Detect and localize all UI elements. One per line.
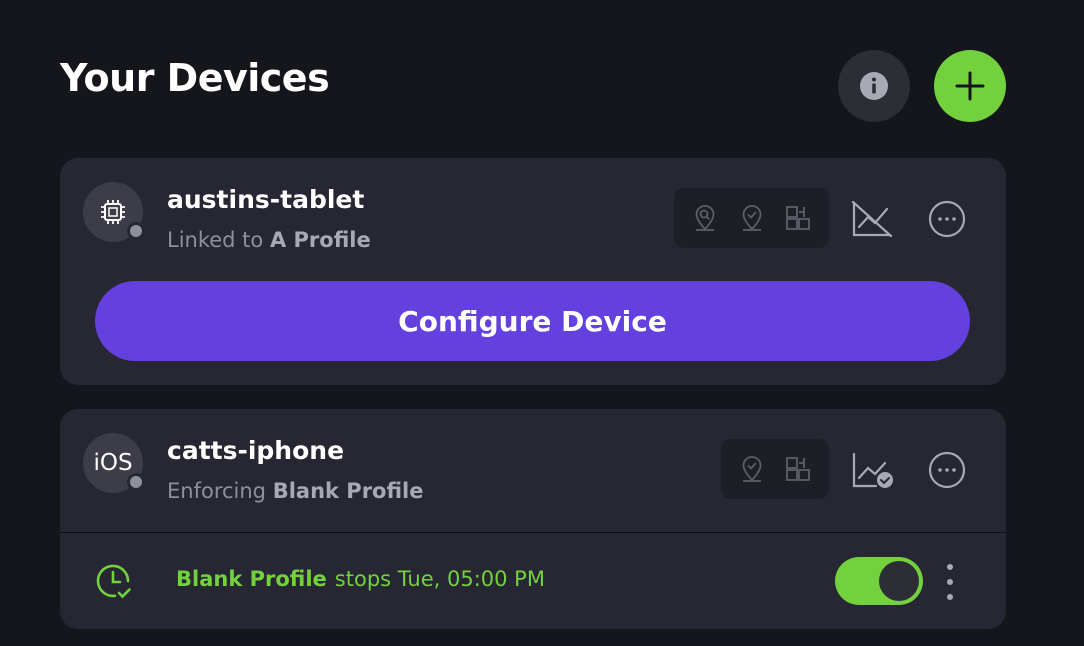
- chip-icon: [101, 200, 125, 224]
- profile-name: A Profile: [269, 228, 371, 252]
- ios-label: iOS: [93, 450, 133, 476]
- status-dot: [127, 222, 145, 240]
- status-prefix: Enforcing: [167, 479, 267, 503]
- page-title: Your Devices: [60, 56, 330, 100]
- toggle-knob: [879, 561, 919, 601]
- device-card: austins-tablet Linked to A Profile Confi…: [60, 158, 1006, 385]
- status-dot: [127, 473, 145, 491]
- app-blocks-icon[interactable]: [783, 454, 813, 484]
- activity-chart-button[interactable]: [850, 196, 896, 242]
- status-prefix: Linked to: [167, 228, 264, 252]
- chart-check-icon: [852, 452, 893, 488]
- location-check-icon[interactable]: [737, 203, 767, 233]
- device-card: iOS catts-iphone Enforcing Blank Profile: [60, 409, 1006, 629]
- device-more-button[interactable]: [924, 447, 970, 493]
- schedule-text: Blank Profile stops Tue, 05:00 PM: [176, 567, 545, 591]
- schedule-time: stops Tue, 05:00 PM: [334, 567, 545, 591]
- location-check-icon[interactable]: [737, 454, 767, 484]
- kebab-dot: [947, 579, 953, 585]
- chart-off-icon: [851, 200, 893, 238]
- more-icon: [928, 200, 966, 238]
- divider: [60, 532, 1006, 533]
- location-search-icon[interactable]: [690, 203, 720, 233]
- feature-icons: [721, 439, 829, 499]
- info-icon: [860, 72, 888, 100]
- device-name: austins-tablet: [167, 185, 365, 214]
- schedule-more-button[interactable]: [942, 564, 958, 600]
- add-device-button[interactable]: [934, 50, 1006, 122]
- device-name: catts-iphone: [167, 436, 345, 465]
- activity-chart-button[interactable]: [850, 447, 896, 493]
- schedule-icon-wrap: [93, 561, 133, 605]
- kebab-dot: [947, 564, 953, 570]
- kebab-dot: [947, 594, 953, 600]
- app-blocks-icon[interactable]: [783, 203, 813, 233]
- schedule-toggle[interactable]: [835, 557, 923, 605]
- device-more-button[interactable]: [924, 196, 970, 242]
- info-button[interactable]: [838, 50, 910, 122]
- plus-icon: [955, 71, 985, 101]
- more-icon: [928, 451, 966, 489]
- device-avatar: [83, 182, 145, 242]
- schedule-profile: Blank Profile: [176, 567, 327, 591]
- clock-check-icon: [96, 564, 131, 599]
- configure-device-button[interactable]: Configure Device: [95, 281, 970, 361]
- device-avatar: iOS: [83, 433, 145, 493]
- feature-icons: [674, 188, 829, 248]
- device-status: Linked to A Profile: [167, 228, 371, 252]
- profile-name: Blank Profile: [272, 479, 424, 503]
- device-status: Enforcing Blank Profile: [167, 479, 424, 503]
